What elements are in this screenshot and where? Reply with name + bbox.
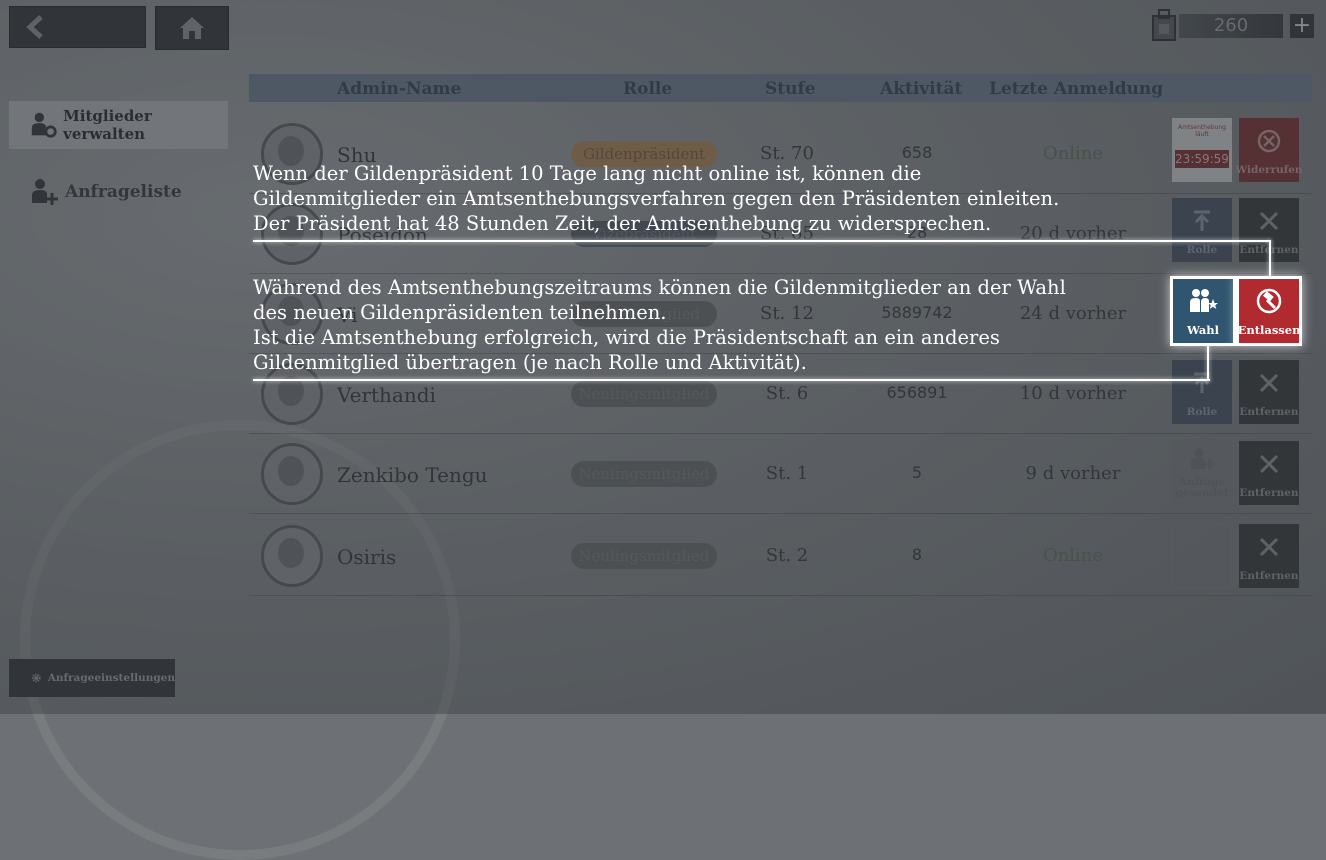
- tutorial-line: Während des Amtsenthebungszeitraums könn…: [253, 276, 1066, 299]
- tutorial-text-2: Während des Amtsenthebungszeitraums könn…: [253, 275, 1066, 375]
- dismiss-button[interactable]: Entlassen: [1237, 279, 1301, 343]
- callout-line: [253, 240, 1271, 242]
- callout-line: [253, 379, 1210, 381]
- tutorial-text-1: Wenn der Gildenpräsident 10 Tage lang ni…: [253, 161, 1059, 236]
- tutorial-line: Ist die Amtsenthebung erfolgreich, wird …: [253, 326, 1000, 349]
- vote-button[interactable]: Wahl: [1173, 279, 1233, 343]
- tutorial-line: Gildenmitglieder ein Amtsenthebungsverfa…: [253, 187, 1060, 210]
- callout-line: [1269, 240, 1271, 276]
- tutorial-line: Wenn der Gildenpräsident 10 Tage lang ni…: [253, 162, 922, 185]
- tutorial-line: des neuen Gildenpräsidenten teilnehmen.: [253, 301, 667, 324]
- tutorial-line: Gildenmitglied übertragen (je nach Rolle…: [253, 351, 807, 374]
- vote-label: Wahl: [1186, 323, 1220, 337]
- vote-icon: [1190, 289, 1218, 312]
- gavel-icon: [1256, 288, 1282, 314]
- dismiss-label: Entlassen: [1237, 323, 1301, 337]
- tutorial-line: Der Präsident hat 48 Stunden Zeit, der A…: [253, 212, 992, 235]
- callout-line: [1207, 346, 1209, 381]
